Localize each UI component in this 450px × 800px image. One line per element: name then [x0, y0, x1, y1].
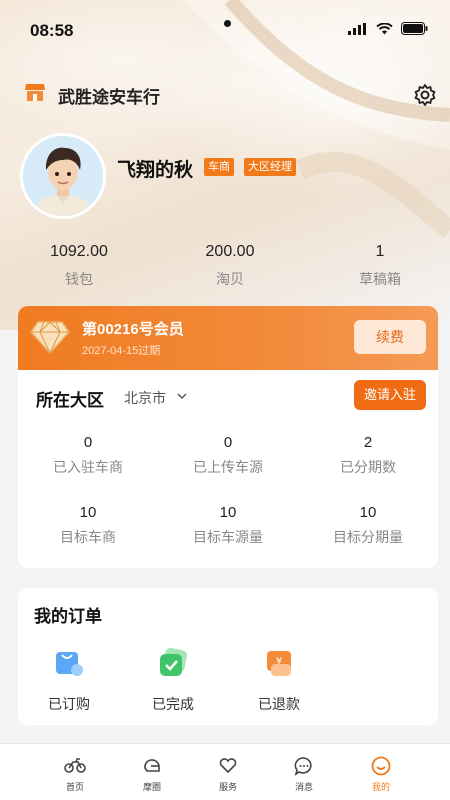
avatar[interactable] — [20, 133, 106, 219]
tab-messages[interactable]: 消息 — [274, 756, 334, 793]
chevron-down-icon[interactable] — [176, 390, 188, 402]
order-refunded[interactable]: ¥ 已退款 — [244, 646, 314, 714]
bottom-tab-bar: 首页 摩圈 服务 消息 我的 — [0, 743, 450, 800]
region-title: 所在大区 — [36, 391, 104, 410]
metric-target-installments[interactable]: 10 目标分期量 — [298, 504, 438, 547]
tab-label: 我的 — [371, 782, 390, 792]
metric-value: 0 — [83, 434, 93, 451]
invite-button[interactable]: 邀请入驻 — [354, 380, 426, 410]
role-tag-region-manager: 大区经理 — [244, 158, 296, 176]
motorcycle-icon — [64, 758, 86, 773]
metric-value: 10 — [359, 504, 377, 521]
order-completed[interactable]: 已完成 — [138, 646, 208, 714]
status-time: 08:58 — [30, 21, 74, 40]
stat-value: 200.00 — [205, 243, 255, 260]
metric-target-listings[interactable]: 10 目标车源量 — [158, 504, 298, 547]
metric-installments[interactable]: 2 已分期数 — [298, 434, 438, 477]
tab-home[interactable]: 首页 — [45, 756, 105, 793]
check-icon — [160, 647, 188, 676]
city-selector[interactable]: 北京市 — [124, 388, 166, 408]
metric-label: 目标车商 — [60, 529, 116, 545]
member-number: 第00216号会员 — [82, 321, 184, 338]
profile-icon — [371, 756, 391, 776]
tab-moquan[interactable]: 摩圈 — [122, 756, 182, 793]
metric-value: 10 — [219, 504, 237, 521]
status-bar: 08:58 — [0, 0, 450, 60]
metric-value: 0 — [223, 434, 233, 451]
member-expire-date: 2027-04-15过期 — [82, 345, 161, 357]
membership-card: 第00216号会员 2027-04-15过期 续费 — [18, 306, 438, 370]
stat-taobei[interactable]: 200.00 淘贝 — [155, 243, 305, 289]
signal-icon — [348, 22, 366, 35]
orders-title: 我的订单 — [34, 607, 102, 626]
status-icons — [348, 22, 428, 35]
tab-label: 消息 — [294, 782, 313, 792]
battery-icon — [401, 22, 428, 35]
role-tag-dealer: 车商 — [204, 158, 234, 176]
tab-label: 摩圈 — [142, 782, 161, 792]
stat-label: 淘贝 — [216, 271, 244, 287]
metric-label: 已入驻车商 — [53, 459, 123, 475]
shopping-bag-icon — [56, 652, 83, 676]
region-card: 所在大区 北京市 邀请入驻 0 已入驻车商 0 已上传车源 2 已分期数 10 … — [18, 370, 438, 568]
metric-target-dealers[interactable]: 10 目标车商 — [18, 504, 158, 547]
stat-drafts[interactable]: 1 草稿箱 — [305, 243, 450, 289]
stat-label: 草稿箱 — [359, 271, 401, 287]
metric-value: 10 — [79, 504, 97, 521]
diamond-icon — [30, 321, 70, 354]
store-name[interactable]: 武胜途安车行 — [58, 83, 160, 108]
store-icon — [25, 84, 45, 101]
metric-joined-dealers[interactable]: 0 已入驻车商 — [18, 434, 158, 477]
tab-label: 服务 — [218, 782, 237, 792]
user-name: 飞翔的秋 — [117, 160, 194, 181]
order-label: 已订购 — [48, 696, 90, 712]
tab-service[interactable]: 服务 — [198, 756, 258, 793]
heart-hand-icon — [219, 758, 237, 774]
order-label: 已退款 — [258, 696, 300, 712]
gear-icon[interactable] — [413, 83, 437, 107]
refund-icon: ¥ — [267, 651, 291, 676]
metric-value: 2 — [363, 434, 373, 451]
helmet-icon — [144, 759, 160, 772]
stat-label: 钱包 — [65, 271, 93, 287]
chat-icon — [294, 757, 312, 776]
stat-wallet[interactable]: 1092.00 钱包 — [4, 243, 154, 289]
orders-card: 我的订单 已订购 已完成 ¥ 已退款 — [18, 588, 438, 725]
tab-label: 首页 — [65, 782, 84, 792]
metric-label: 已上传车源 — [193, 459, 263, 475]
stat-value: 1 — [375, 243, 385, 260]
order-label: 已完成 — [152, 696, 194, 712]
camera-notch — [224, 20, 231, 27]
renew-button[interactable]: 续费 — [354, 320, 426, 354]
stat-value: 1092.00 — [50, 243, 108, 260]
wifi-icon — [376, 22, 393, 34]
svg-text:¥: ¥ — [276, 656, 282, 667]
order-purchased[interactable]: 已订购 — [34, 646, 104, 714]
metric-uploaded-listings[interactable]: 0 已上传车源 — [158, 434, 298, 477]
metric-label: 目标车源量 — [193, 529, 263, 545]
tab-mine[interactable]: 我的 — [351, 756, 411, 793]
metric-label: 目标分期量 — [333, 529, 403, 545]
metric-label: 已分期数 — [340, 459, 396, 475]
